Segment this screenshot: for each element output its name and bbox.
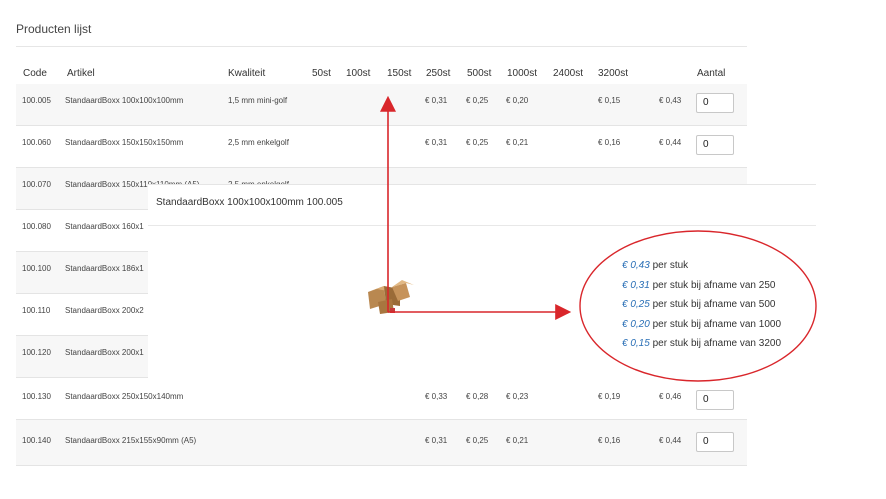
price-line: € 0,15 per stuk bij afname van 3200: [622, 334, 781, 354]
price-text: per stuk bij afname van 500: [652, 299, 776, 310]
price-text: per stuk bij afname van 3200: [652, 338, 782, 349]
price-amount: € 0,20: [622, 318, 650, 330]
price-line: € 0,20 per stuk bij afname van 1000: [622, 315, 781, 335]
price-line: € 0,31 per stuk bij afname van 250: [622, 276, 781, 296]
price-amount: € 0,15: [622, 338, 650, 349]
price-text: per stuk: [652, 260, 689, 271]
price-text: per stuk bij afname van 1000: [652, 318, 782, 330]
price-breakdown: € 0,43 per stuk € 0,31 per stuk bij afna…: [622, 256, 781, 354]
price-amount: € 0,43: [622, 260, 650, 271]
annotation-layer: [380, 95, 817, 382]
price-text: per stuk bij afname van 250: [652, 279, 776, 291]
price-amount: € 0,31: [622, 279, 650, 291]
price-line: € 0,25 per stuk bij afname van 500: [622, 295, 781, 315]
price-amount: € 0,25: [622, 299, 650, 310]
price-line: € 0,43 per stuk: [622, 256, 781, 276]
